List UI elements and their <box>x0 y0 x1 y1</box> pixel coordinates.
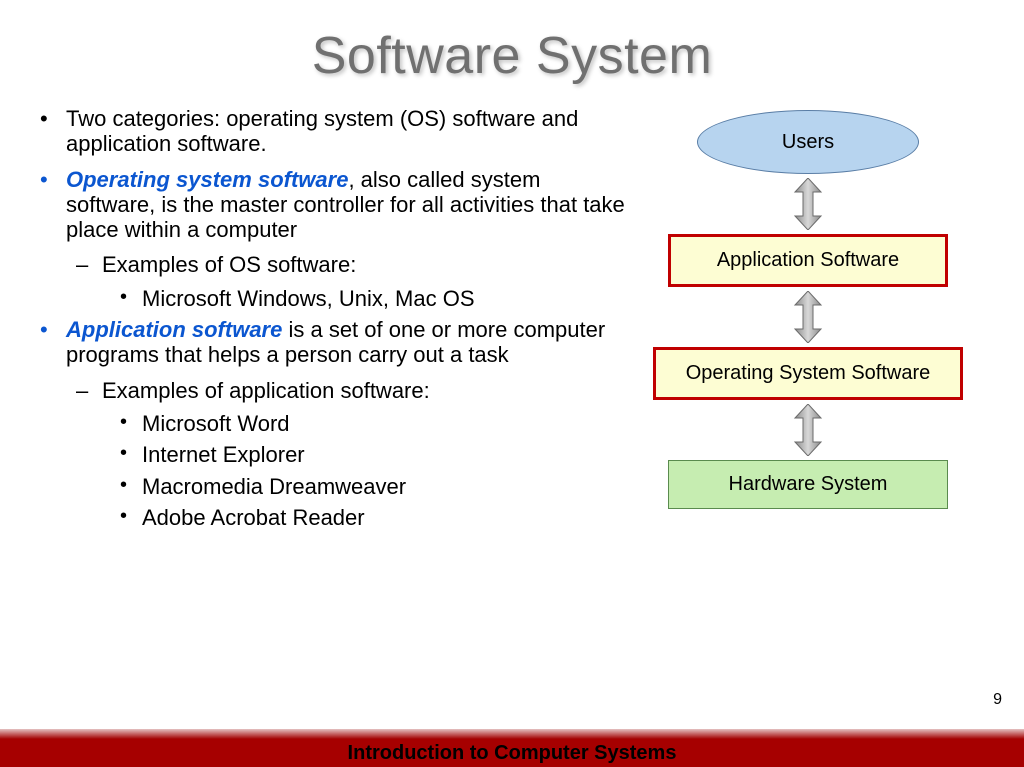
bullet-column: Two categories: operating system (OS) so… <box>38 106 628 536</box>
bullet-app-example-4: Adobe Acrobat Reader <box>38 505 628 530</box>
bullet-categories: Two categories: operating system (OS) so… <box>38 106 628 157</box>
layer-diagram: Users Application Software Op <box>628 110 988 509</box>
bullet-app-example-3: Macromedia Dreamweaver <box>38 474 628 499</box>
bullet-app-software: Application software is a set of one or … <box>38 317 628 368</box>
emph-app-software: Application software <box>66 317 282 342</box>
slide-title: Software System <box>0 0 1024 86</box>
bullet-app-example-2: Internet Explorer <box>38 442 628 467</box>
diagram-node-app-software: Application Software <box>668 234 948 287</box>
emph-os-software: Operating system software <box>66 167 348 192</box>
double-arrow-icon <box>793 291 823 343</box>
page-number: 9 <box>993 691 1002 709</box>
diagram-node-os-software: Operating System Software <box>653 347 963 400</box>
diagram-node-users: Users <box>697 110 919 174</box>
double-arrow-icon <box>793 404 823 456</box>
bullet-os-examples-label: Examples of OS software: <box>38 252 628 277</box>
diagram-column: Users Application Software Op <box>628 106 988 536</box>
double-arrow-icon <box>793 178 823 230</box>
bullet-app-examples-label: Examples of application software: <box>38 378 628 403</box>
footer-gradient <box>0 729 1024 739</box>
footer-text: Introduction to Computer Systems <box>0 739 1024 767</box>
slide-footer: Introduction to Computer Systems <box>0 729 1024 767</box>
slide: Software System Two categories: operatin… <box>0 0 1024 767</box>
bullet-os-example-1: Microsoft Windows, Unix, Mac OS <box>38 286 628 311</box>
diagram-node-hardware: Hardware System <box>668 460 948 509</box>
bullet-app-example-1: Microsoft Word <box>38 411 628 436</box>
slide-body: Two categories: operating system (OS) so… <box>0 86 1024 536</box>
bullet-os-software: Operating system software, also called s… <box>38 167 628 243</box>
